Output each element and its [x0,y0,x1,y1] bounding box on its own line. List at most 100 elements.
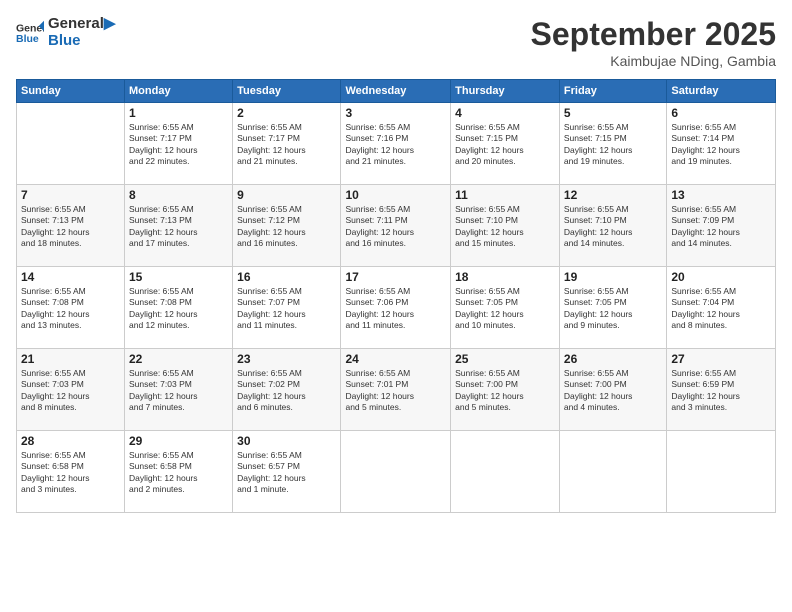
day-info: Sunrise: 6:55 AMSunset: 7:05 PMDaylight:… [455,286,555,332]
calendar-cell [17,103,125,185]
day-info: Sunrise: 6:55 AMSunset: 7:03 PMDaylight:… [21,368,120,414]
day-number: 10 [345,188,446,202]
calendar-cell: 5Sunrise: 6:55 AMSunset: 7:15 PMDaylight… [559,103,666,185]
day-info: Sunrise: 6:55 AMSunset: 7:04 PMDaylight:… [671,286,771,332]
day-info: Sunrise: 6:55 AMSunset: 7:10 PMDaylight:… [455,204,555,250]
day-info: Sunrise: 6:55 AMSunset: 7:06 PMDaylight:… [345,286,446,332]
logo: General Blue General▶ Blue [16,16,115,49]
day-number: 18 [455,270,555,284]
calendar-cell: 21 Sunrise: 6:55 AMSunset: 7:03 PMDayligh… [17,349,125,431]
calendar-table: Sunday Monday Tuesday Wednesday Thursday… [16,79,776,513]
day-number: 6 [671,106,771,120]
calendar-cell: 23 Sunrise: 6:55 AMSunset: 7:02 PMDayligh… [233,349,341,431]
calendar-cell: 14 Sunrise: 6:55 AMSunset: 7:08 PMDayligh… [17,267,125,349]
title-block: September 2025 Kaimbujae NDing, Gambia [531,16,776,69]
calendar-cell: 11 Sunrise: 6:55 AMSunset: 7:10 PMDayligh… [451,185,560,267]
day-number: 23 [237,352,336,366]
col-sunday: Sunday [17,80,125,103]
day-number: 20 [671,270,771,284]
day-info: Sunrise: 6:55 AMSunset: 7:02 PMDaylight:… [237,368,336,414]
logo-line2: Blue [48,33,115,50]
day-number: 12 [564,188,662,202]
day-info: Sunrise: 6:55 AMSunset: 6:57 PMDaylight:… [237,450,336,496]
day-number: 25 [455,352,555,366]
calendar-week-row-4: 21 Sunrise: 6:55 AMSunset: 7:03 PMDayligh… [17,349,776,431]
calendar-cell: 17 Sunrise: 6:55 AMSunset: 7:06 PMDayligh… [341,267,451,349]
page: General Blue General▶ Blue September 202… [0,0,792,612]
col-saturday: Saturday [667,80,776,103]
day-info: Sunrise: 6:55 AMSunset: 7:00 PMDaylight:… [455,368,555,414]
calendar-cell: 24 Sunrise: 6:55 AMSunset: 7:01 PMDayligh… [341,349,451,431]
calendar-week-row-3: 14 Sunrise: 6:55 AMSunset: 7:08 PMDayligh… [17,267,776,349]
day-number: 27 [671,352,771,366]
calendar-header-row: Sunday Monday Tuesday Wednesday Thursday… [17,80,776,103]
day-info: Sunrise: 6:55 AMSunset: 7:00 PMDaylight:… [564,368,662,414]
calendar-week-row-1: 1 Sunrise: 6:55 AMSunset: 7:17 PMDaylight… [17,103,776,185]
day-info: Sunrise: 6:55 AMSunset: 7:11 PMDaylight:… [345,204,446,250]
day-info: Sunrise: 6:55 AMSunset: 7:14 PMDaylight:… [671,122,771,168]
day-info: Sunrise: 6:55 AMSunset: 7:09 PMDaylight:… [671,204,771,250]
calendar-week-row-2: 7 Sunrise: 6:55 AMSunset: 7:13 PMDaylight… [17,185,776,267]
calendar-cell: 20 Sunrise: 6:55 AMSunset: 7:04 PMDayligh… [667,267,776,349]
calendar-cell: 3 Sunrise: 6:55 AMSunset: 7:16 PMDaylight… [341,103,451,185]
day-info: Sunrise: 6:55 AMSunset: 7:07 PMDaylight:… [237,286,336,332]
day-number: 8 [129,188,228,202]
calendar-cell [341,431,451,513]
col-thursday: Thursday [451,80,560,103]
day-info: Sunrise: 6:55 AMSunset: 7:16 PMDaylight:… [345,122,446,168]
calendar-cell: 29 Sunrise: 6:55 AMSunset: 6:58 PMDayligh… [125,431,233,513]
day-info: Sunrise: 6:55 AMSunset: 7:08 PMDaylight:… [21,286,120,332]
calendar-cell: 1Sunrise: 6:55 AMSunset: 7:17 PMDaylight… [125,103,233,185]
calendar-cell [559,431,666,513]
calendar-cell: 9Sunrise: 6:55 AMSunset: 7:12 PMDaylight… [233,185,341,267]
day-info: Sunrise: 6:55 AMSunset: 7:17 PMDaylight:… [237,122,336,168]
calendar-cell: 18 Sunrise: 6:55 AMSunset: 7:05 PMDayligh… [451,267,560,349]
day-number: 17 [345,270,446,284]
day-number: 21 [21,352,120,366]
day-number: 26 [564,352,662,366]
day-number: 3 [345,106,446,120]
col-tuesday: Tuesday [233,80,341,103]
calendar-cell: 15Sunrise: 6:55 AMSunset: 7:08 PMDayligh… [125,267,233,349]
calendar-cell: 12 Sunrise: 6:55 AMSunset: 7:10 PMDayligh… [559,185,666,267]
day-number: 13 [671,188,771,202]
day-number: 14 [21,270,120,284]
day-info: Sunrise: 6:55 AMSunset: 7:13 PMDaylight:… [129,204,228,250]
month-title: September 2025 [531,16,776,53]
day-number: 28 [21,434,120,448]
day-number: 24 [345,352,446,366]
day-number: 7 [21,188,120,202]
day-number: 29 [129,434,228,448]
calendar-cell: 13 Sunrise: 6:55 AMSunset: 7:09 PMDayligh… [667,185,776,267]
day-number: 4 [455,106,555,120]
calendar-cell: 26 Sunrise: 6:55 AMSunset: 7:00 PMDayligh… [559,349,666,431]
logo-icon: General Blue [16,19,44,47]
day-info: Sunrise: 6:55 AMSunset: 7:01 PMDaylight:… [345,368,446,414]
calendar-cell: 16 Sunrise: 6:55 AMSunset: 7:07 PMDayligh… [233,267,341,349]
day-number: 9 [237,188,336,202]
day-number: 19 [564,270,662,284]
svg-text:Blue: Blue [16,32,39,44]
day-number: 15 [129,270,228,284]
day-info: Sunrise: 6:55 AMSunset: 6:59 PMDaylight:… [671,368,771,414]
calendar-cell: 4Sunrise: 6:55 AMSunset: 7:15 PMDaylight… [451,103,560,185]
day-info: Sunrise: 6:55 AMSunset: 7:13 PMDaylight:… [21,204,120,250]
calendar-cell: 22Sunrise: 6:55 AMSunset: 7:03 PMDayligh… [125,349,233,431]
day-info: Sunrise: 6:55 AMSunset: 7:10 PMDaylight:… [564,204,662,250]
day-info: Sunrise: 6:55 AMSunset: 6:58 PMDaylight:… [129,450,228,496]
header: General Blue General▶ Blue September 202… [16,16,776,69]
calendar-cell: 19Sunrise: 6:55 AMSunset: 7:05 PMDayligh… [559,267,666,349]
calendar-cell: 6 Sunrise: 6:55 AMSunset: 7:14 PMDaylight… [667,103,776,185]
calendar-cell: 25 Sunrise: 6:55 AMSunset: 7:00 PMDayligh… [451,349,560,431]
calendar-cell [667,431,776,513]
calendar-week-row-5: 28 Sunrise: 6:55 AMSunset: 6:58 PMDayligh… [17,431,776,513]
logo-line1: General▶ [48,16,115,33]
day-number: 16 [237,270,336,284]
calendar-cell [451,431,560,513]
day-number: 1 [129,106,228,120]
day-info: Sunrise: 6:55 AMSunset: 7:03 PMDaylight:… [129,368,228,414]
day-number: 2 [237,106,336,120]
day-number: 11 [455,188,555,202]
calendar-cell: 2 Sunrise: 6:55 AMSunset: 7:17 PMDaylight… [233,103,341,185]
col-friday: Friday [559,80,666,103]
